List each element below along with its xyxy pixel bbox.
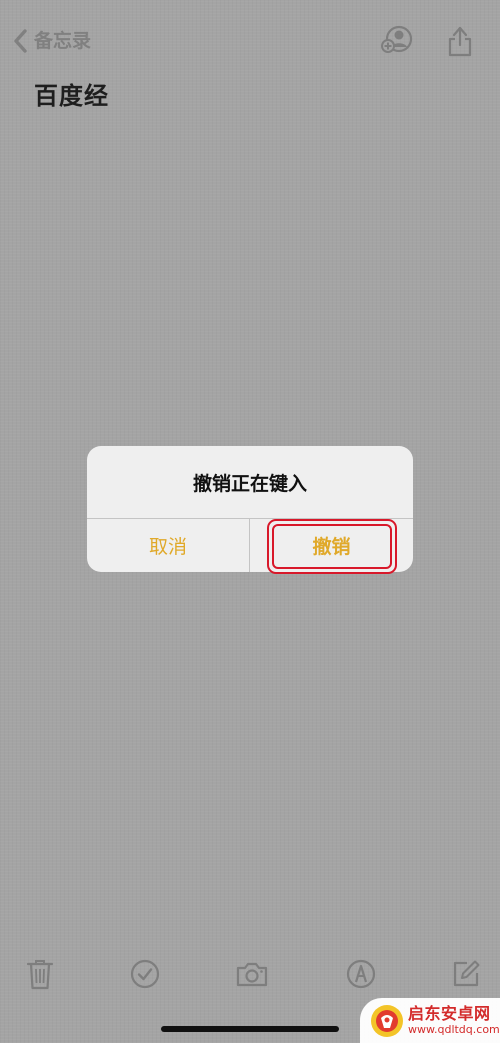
checklist-icon — [130, 959, 160, 989]
watermark-name: 启东安卓网 — [408, 1004, 491, 1023]
undo-button[interactable]: 撤销 — [250, 519, 413, 572]
watermark: 启东安卓网 www.qdltdq.com — [360, 998, 500, 1043]
share-button[interactable] — [441, 22, 479, 60]
cancel-button[interactable]: 取消 — [87, 519, 249, 572]
watermark-logo-icon — [371, 1004, 403, 1037]
compose-button[interactable] — [449, 957, 483, 991]
watermark-url: www.qdltdq.com — [408, 1023, 500, 1036]
back-label: 备忘录 — [34, 30, 92, 52]
checklist-button[interactable] — [128, 957, 162, 991]
note-title[interactable]: 百度经 — [34, 76, 109, 111]
markup-icon — [346, 959, 376, 989]
camera-icon — [236, 962, 268, 987]
alert-title: 撤销正在键入 — [192, 472, 307, 495]
share-icon — [448, 26, 472, 57]
trash-icon — [26, 960, 54, 990]
markup-button[interactable] — [344, 957, 378, 991]
compose-icon — [453, 960, 480, 987]
undo-typing-alert: 撤销正在键入 取消 撤销 — [87, 446, 413, 572]
camera-button[interactable] — [235, 957, 269, 991]
add-person-button[interactable] — [377, 22, 415, 60]
back-button[interactable]: 备忘录 — [12, 26, 91, 56]
chevron-left-icon — [14, 29, 27, 53]
add-person-icon — [381, 25, 413, 53]
notes-screen: 备忘录 百度经 撤销正在键入 取消 撤销 启东安卓网 www.qdltdq.co… — [0, 0, 500, 1043]
home-indicator[interactable] — [161, 1026, 339, 1032]
delete-button[interactable] — [23, 957, 57, 991]
